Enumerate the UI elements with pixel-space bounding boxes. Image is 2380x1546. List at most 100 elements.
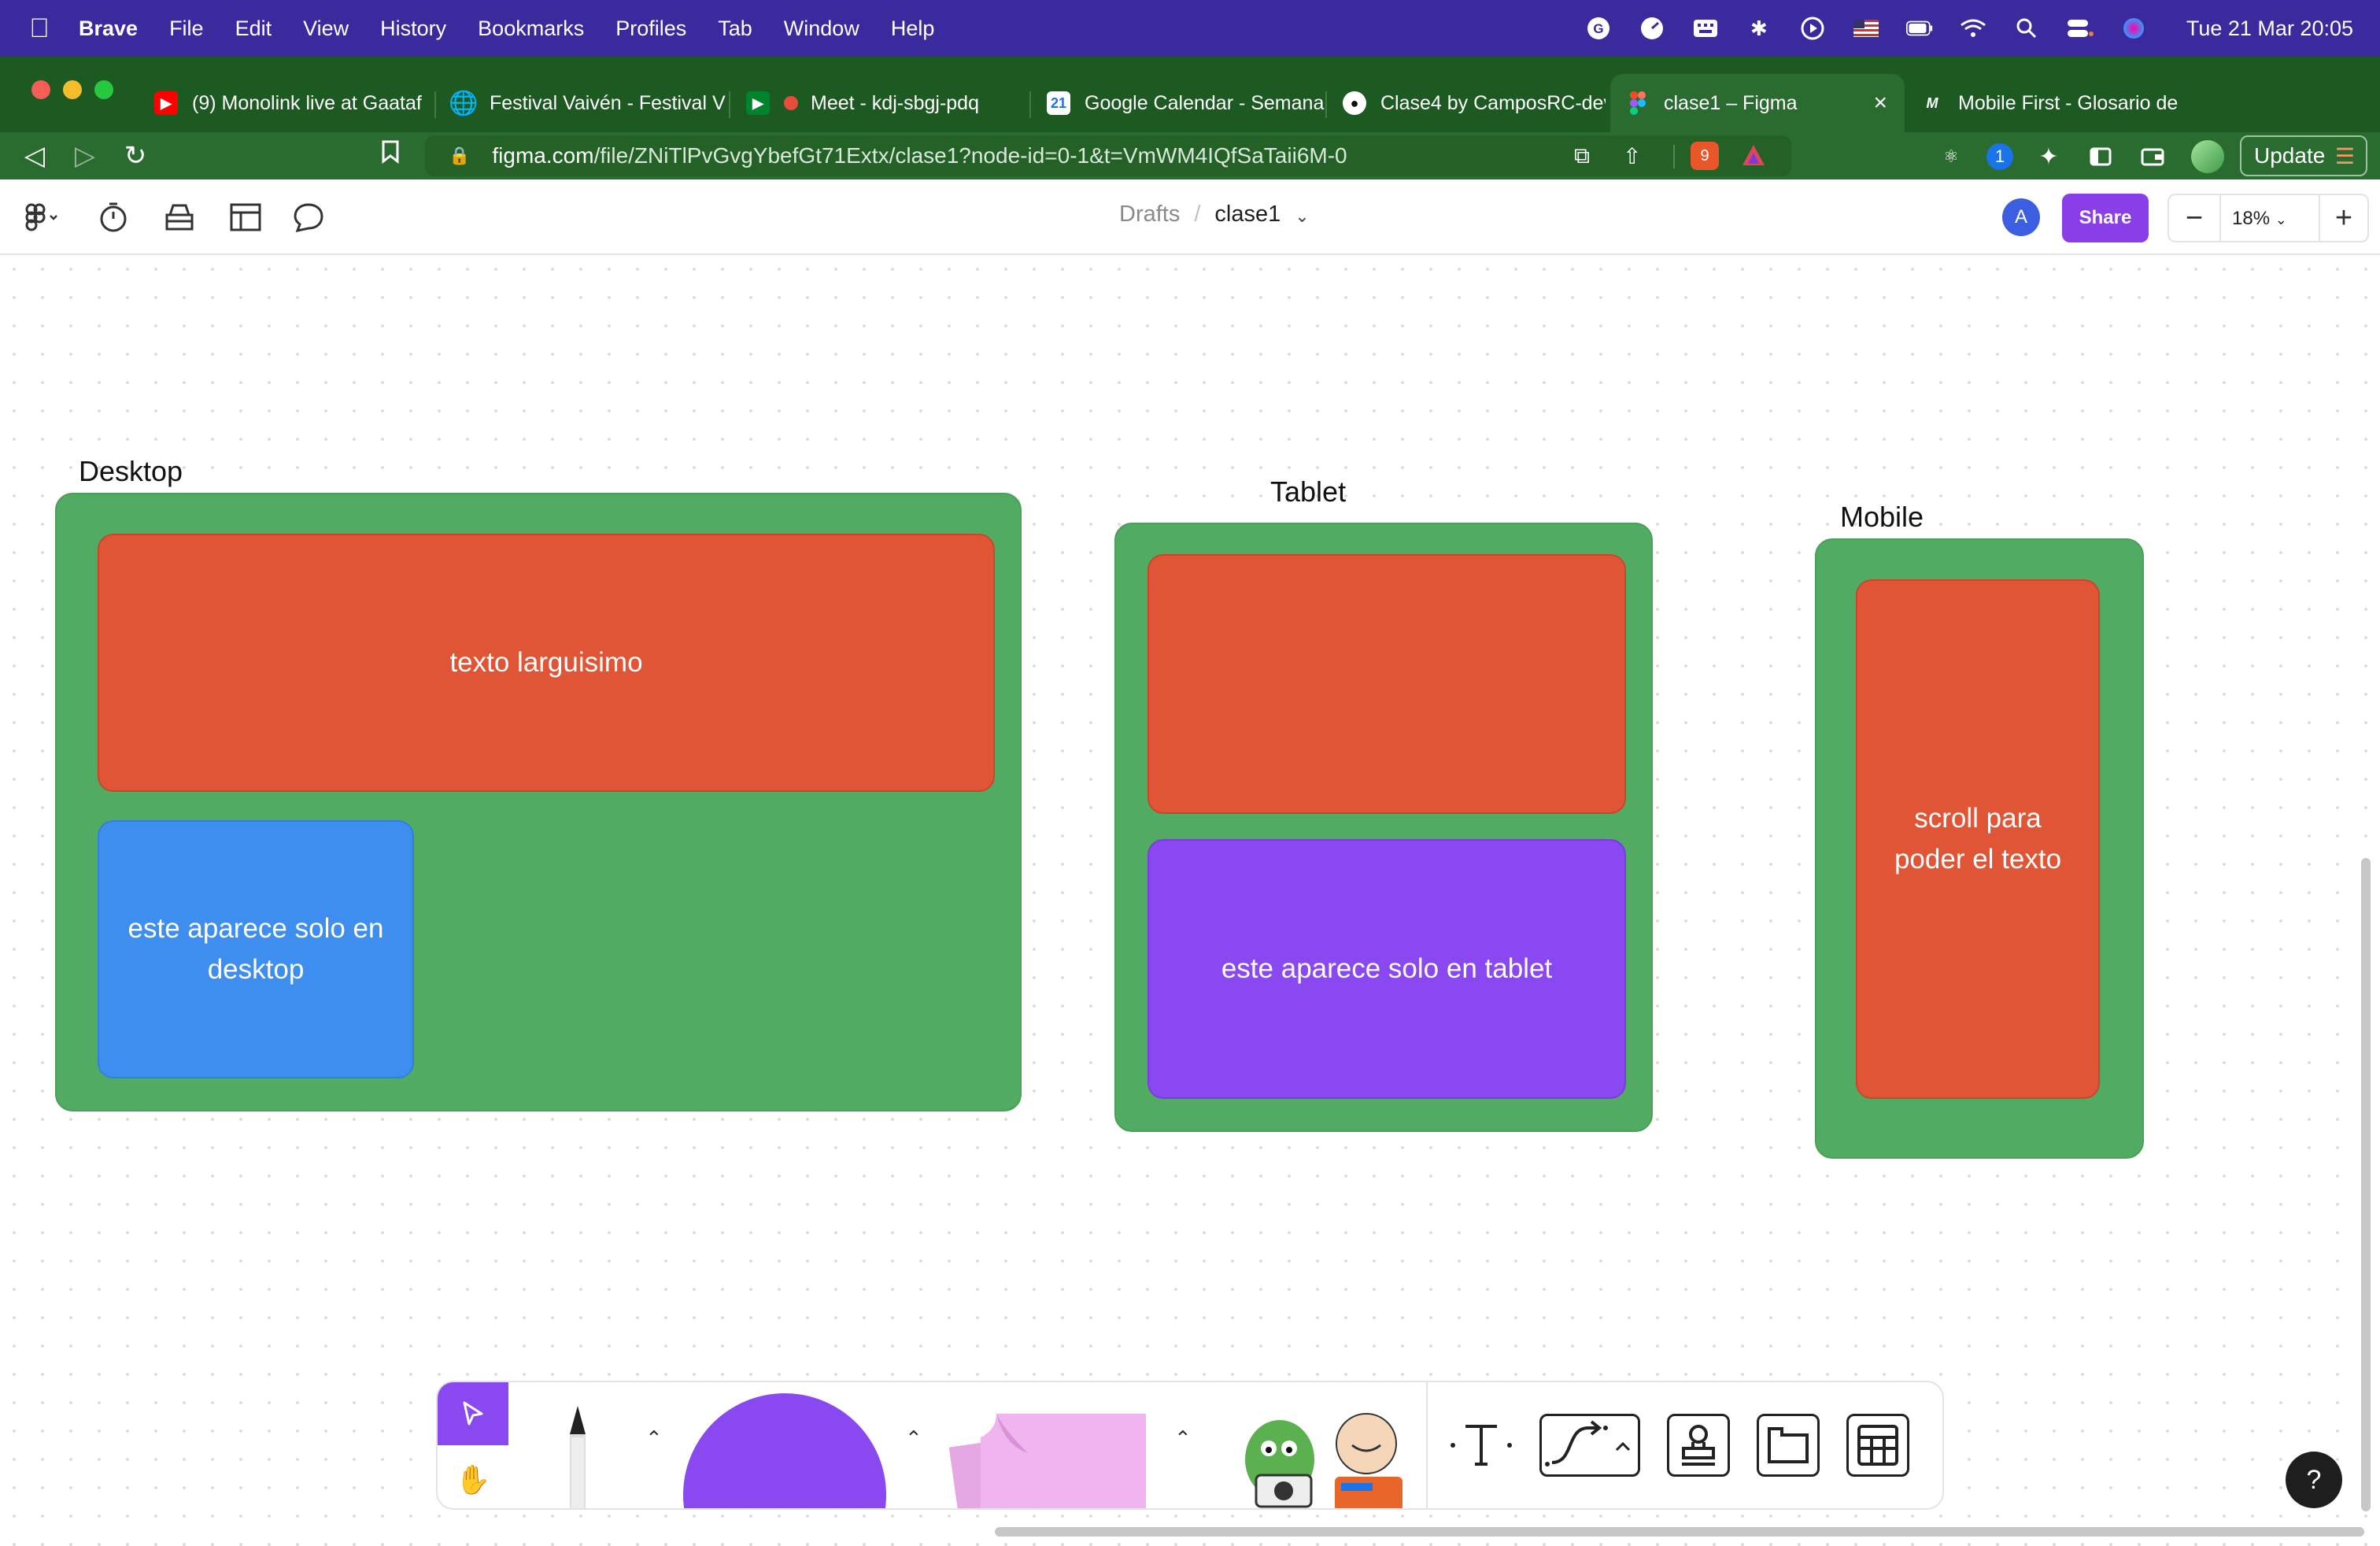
profile-avatar-icon[interactable]	[2191, 140, 2224, 173]
help-button[interactable]: ?	[2286, 1452, 2342, 1508]
zoom-level-value: 18%	[2232, 208, 2271, 229]
address-bar[interactable]: 🔒 figma.com/file/ZNiTlPvGvgYbefGt71Extx/…	[425, 135, 1791, 176]
zoom-divider	[2319, 195, 2320, 241]
react-devtools-icon[interactable]: ⚛	[1938, 143, 1964, 170]
keyboard-icon[interactable]	[1692, 17, 1719, 40]
menu-file[interactable]: File	[169, 17, 204, 41]
close-window-icon[interactable]	[31, 80, 50, 99]
file-menu-chevron-icon[interactable]: ⌄	[1295, 206, 1309, 227]
menubar-clock[interactable]: Tue 21 Mar 20:05	[2186, 17, 2353, 41]
onepassword-icon[interactable]: 1	[1986, 143, 2013, 170]
battery-icon[interactable]	[1905, 17, 1933, 40]
avatar[interactable]: A	[2002, 198, 2040, 236]
section-tool-icon[interactable]	[1757, 1414, 1820, 1477]
figma-canvas[interactable]: Desktop texto larguisimo este aparece so…	[0, 255, 2380, 1546]
frame-title-mobile[interactable]: Mobile	[1840, 501, 1924, 534]
maximize-window-icon[interactable]	[94, 80, 113, 99]
shape-options-chevron-icon[interactable]: ⌃	[905, 1426, 922, 1451]
back-icon[interactable]: ◁	[19, 140, 50, 172]
connector-tool-icon[interactable]	[1539, 1414, 1640, 1477]
lock-icon[interactable]: 🔒	[449, 146, 470, 166]
menu-view[interactable]: View	[303, 17, 349, 41]
menu-bookmarks[interactable]: Bookmarks	[478, 17, 584, 41]
wifi-icon[interactable]	[1960, 17, 1986, 40]
comment-icon[interactable]	[291, 200, 326, 235]
card-desktop-only[interactable]: este aparece solo en desktop	[98, 820, 414, 1078]
menu-history[interactable]: History	[380, 17, 446, 41]
stamp-tool-icon[interactable]	[1667, 1414, 1730, 1477]
control-center-icon[interactable]	[2067, 17, 2094, 40]
brave-rewards-icon[interactable]	[1741, 143, 1766, 172]
us-flag-icon[interactable]	[1853, 17, 1879, 40]
update-browser-button[interactable]: Update ☰	[2240, 135, 2367, 176]
sticky-note-tool-icon[interactable]	[948, 1406, 1154, 1508]
wallet-icon[interactable]	[2139, 143, 2166, 170]
zoom-out-button[interactable]: −	[2177, 202, 2212, 235]
browser-navbar: ◁ ▷ ↻ 🔒 figma.com/file/ZNiTlPvGvgYbefGt7…	[0, 132, 2380, 179]
hamburger-menu-icon[interactable]: ☰	[2335, 143, 2355, 169]
layout-icon[interactable]	[228, 200, 263, 235]
frame-mobile[interactable]: scroll para poder el texto	[1815, 538, 2144, 1159]
browser-tab[interactable]: ▶ (9) Monolink live at Gaataf	[139, 74, 436, 132]
horizontal-scrollbar[interactable]	[995, 1527, 2364, 1537]
browser-tab[interactable]: ▶ Meet - kdj-sbgj-pdq	[730, 74, 1031, 132]
move-tool-icon[interactable]	[438, 1382, 508, 1445]
frame-title-tablet[interactable]: Tablet	[1270, 475, 1346, 509]
marker-tool-icon[interactable]	[554, 1406, 601, 1508]
frame-title-desktop[interactable]: Desktop	[79, 455, 183, 488]
spotlight-search-icon[interactable]	[2013, 17, 2040, 40]
text-tool-icon[interactable]	[1450, 1414, 1513, 1477]
browser-tab[interactable]: 🌐 Festival Vaivén - Festival V	[436, 74, 730, 132]
frame-tablet[interactable]: este aparece solo en tablet	[1114, 523, 1653, 1132]
close-tab-icon[interactable]: ×	[1873, 90, 1887, 117]
tab-title: Google Calendar - Semana	[1085, 91, 1325, 114]
menu-window[interactable]: Window	[784, 17, 859, 41]
share-button[interactable]: Share	[2062, 194, 2149, 242]
browser-tab[interactable]: M Mobile First - Glosario de	[1905, 74, 2196, 132]
browser-tab[interactable]: ● Clase4 by CamposRC-dev	[1327, 74, 1606, 132]
share-page-icon[interactable]: ⇧	[1623, 143, 1641, 169]
bluetooth-icon[interactable]: ✱	[1746, 17, 1772, 40]
card-mobile-scroll[interactable]: scroll para poder el texto	[1856, 579, 2100, 1099]
hand-tool-icon[interactable]: ✋	[438, 1448, 508, 1508]
menu-edit[interactable]: Edit	[235, 17, 272, 41]
zoom-level[interactable]: 18% ⌄	[2232, 208, 2287, 230]
sidebar-toggle-icon[interactable]	[2087, 143, 2114, 170]
resources-icon[interactable]	[162, 200, 197, 235]
bookmark-icon[interactable]	[375, 140, 406, 171]
zoom-in-button[interactable]: +	[2326, 202, 2361, 235]
menu-app-name[interactable]: Brave	[79, 17, 138, 41]
browser-tab-active[interactable]: clase1 – Figma ×	[1610, 74, 1905, 132]
browser-tab[interactable]: 21 Google Calendar - Semana	[1031, 74, 1327, 132]
github-icon: ●	[1343, 91, 1366, 115]
marker-options-chevron-icon[interactable]: ⌃	[645, 1426, 663, 1451]
card-tablet-red[interactable]	[1148, 554, 1626, 814]
stickers-stamps-icon[interactable]	[1240, 1404, 1406, 1508]
figma-main-menu-icon[interactable]	[19, 200, 66, 235]
siri-icon[interactable]	[2120, 17, 2147, 40]
shape-tool-icon[interactable]	[683, 1393, 886, 1508]
extensions-puzzle-icon[interactable]: ✦	[2035, 143, 2062, 170]
tab-title: clase1 – Figma	[1664, 91, 1798, 114]
frame-desktop[interactable]: texto larguisimo este aparece solo en de…	[55, 493, 1022, 1111]
menu-tab[interactable]: Tab	[718, 17, 752, 41]
play-icon[interactable]	[1799, 17, 1826, 40]
menu-help[interactable]: Help	[891, 17, 935, 41]
breadcrumb-drafts[interactable]: Drafts	[1119, 202, 1180, 227]
speedometer-icon[interactable]	[1639, 17, 1665, 40]
file-name[interactable]: clase1	[1214, 202, 1281, 227]
minimize-window-icon[interactable]	[63, 80, 82, 99]
forward-icon[interactable]: ▷	[69, 140, 101, 172]
card-desktop-long-text[interactable]: texto larguisimo	[98, 534, 995, 792]
menu-profiles[interactable]: Profiles	[615, 17, 686, 41]
sticky-options-chevron-icon[interactable]: ⌃	[1174, 1426, 1192, 1451]
brave-shields-icon[interactable]: 9	[1691, 142, 1719, 170]
table-tool-icon[interactable]	[1846, 1414, 1909, 1477]
vertical-scrollbar[interactable]	[2361, 858, 2371, 1511]
clipboard-icon[interactable]: ⧉	[1574, 143, 1590, 169]
reload-icon[interactable]: ↻	[120, 140, 151, 172]
card-tablet-only[interactable]: este aparece solo en tablet	[1148, 839, 1626, 1099]
grammarly-icon[interactable]: G	[1585, 17, 1612, 40]
timer-icon[interactable]	[96, 200, 131, 235]
apple-icon[interactable]: 	[0, 13, 79, 44]
